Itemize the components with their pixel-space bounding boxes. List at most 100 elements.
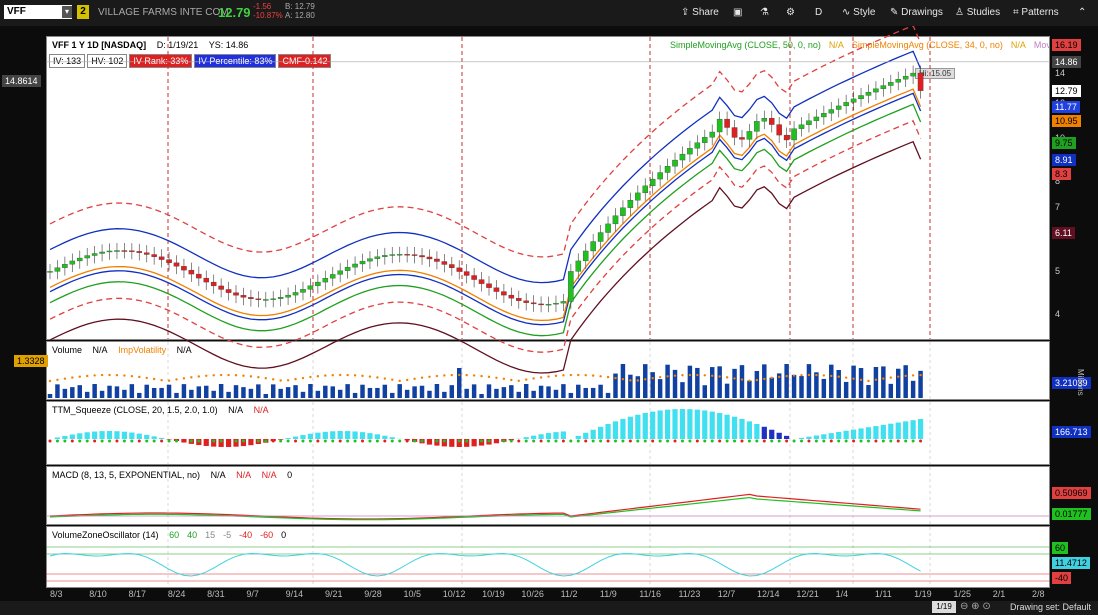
flask-icon: ⚗ [760,7,769,18]
aggregation-button[interactable]: D [815,4,822,22]
candle-body [865,91,872,96]
volume-bar [442,391,447,398]
squeeze-dot [680,439,684,443]
volume-dot [219,373,223,377]
volume-bar [665,364,670,398]
volume-dot [286,379,290,382]
squeeze-dot [390,439,394,443]
volume-bar [62,388,68,398]
squeeze-dot [762,439,766,443]
squeeze-dot [621,439,625,443]
squeeze-dot [234,439,238,443]
chart-canvas[interactable] [0,26,1098,601]
squeeze-bar [798,437,805,439]
x-tick-label: 9/14 [285,589,304,599]
volume-bar [300,391,306,398]
squeeze-dot [93,439,97,443]
candle-body [821,113,827,118]
reset-zoom-icon[interactable]: ⊙ [982,601,990,612]
squeeze-bar [776,432,782,439]
symbol-dropdown-icon[interactable]: ▾ [62,6,72,18]
squeeze-bar [612,421,619,439]
squeeze-dot [398,439,402,443]
squeeze-bar [292,436,299,439]
volume-bar [531,390,536,398]
flask-button[interactable]: ⚗ [760,4,769,22]
squeeze-dot [628,439,632,443]
volume-dot [539,376,543,379]
volume-dot [301,376,305,380]
volume-bar [226,391,231,398]
candle-body [367,258,373,262]
zoom-in-icon[interactable]: ⊕ [971,601,979,612]
drawings-button[interactable]: ✎ Drawings [890,4,943,22]
x-tick-label: 8/31 [207,589,225,599]
candle-body [694,142,701,149]
volume-bar [858,368,864,398]
squeeze-dot [145,439,149,443]
squeeze-dot [174,439,178,443]
candle-body [225,289,232,293]
volume-bar [151,387,157,398]
squeeze-bar [359,432,366,439]
candle-body [880,85,887,89]
x-tick-label: 8/3 [50,589,63,599]
volume-bar [352,392,358,398]
squeeze-dot [740,439,744,443]
squeeze-bar [709,411,715,439]
squeeze-bar [724,414,730,439]
squeeze-dot [554,439,558,443]
link-group-badge[interactable]: 2 [77,5,89,19]
candle-body [143,252,150,255]
x-tick-label: 8/17 [128,589,147,599]
volume-dot [398,379,401,383]
volume-dot [867,379,870,383]
style-button[interactable]: ∿ Style [842,4,875,22]
volume-bar [553,389,559,398]
candle-body [746,131,753,140]
candle-body [404,254,410,256]
volume-dot [748,379,751,382]
drawing-set-label[interactable]: Drawing set: Default [1010,602,1091,612]
share-button[interactable]: ⇪ Share [681,4,719,22]
volume-dot [815,373,818,377]
snapshot-button[interactable]: ▣ [733,4,742,22]
volume-dot [376,376,379,379]
squeeze-dot [584,439,588,443]
patterns-button[interactable]: ⌗ Patterns [1013,4,1059,22]
volume-bar [538,385,544,398]
candle-body [813,116,820,121]
volume-dot [487,375,491,379]
squeeze-dot [800,439,804,443]
volume-dot [205,374,208,377]
volume-bar [829,364,834,398]
squeeze-dot [852,439,856,443]
volume-dot [160,378,163,382]
volume-dot [435,374,439,378]
x-tick-label: 9/28 [364,589,382,599]
zoom-out-icon[interactable]: ⊖ [960,601,968,612]
candle-body [850,98,857,103]
volume-bar [501,387,507,398]
studies-button[interactable]: ♙ Studies [955,4,1000,22]
candle-body [285,294,291,298]
volume-bar [285,387,291,398]
gear-icon: ⚙ [786,7,795,18]
volume-bar [248,388,254,398]
volume-dot [621,377,625,381]
volume-bar [650,372,655,398]
volume-dot [138,375,141,379]
zoom-controls[interactable]: ⊖ ⊕ ⊙ [960,601,991,612]
settings-button[interactable]: ⚙ [786,4,795,22]
volume-dot [569,373,573,377]
candle-body [642,185,649,194]
volume-dot [190,376,193,379]
squeeze-dot [502,439,506,443]
squeeze-dot [695,439,699,443]
volume-bar [308,384,313,398]
volume-bar [516,391,521,398]
squeeze-bar [620,418,626,439]
volume-dot [443,374,446,377]
candle-body [560,301,567,304]
collapse-button[interactable]: ⌃ [1078,4,1086,22]
